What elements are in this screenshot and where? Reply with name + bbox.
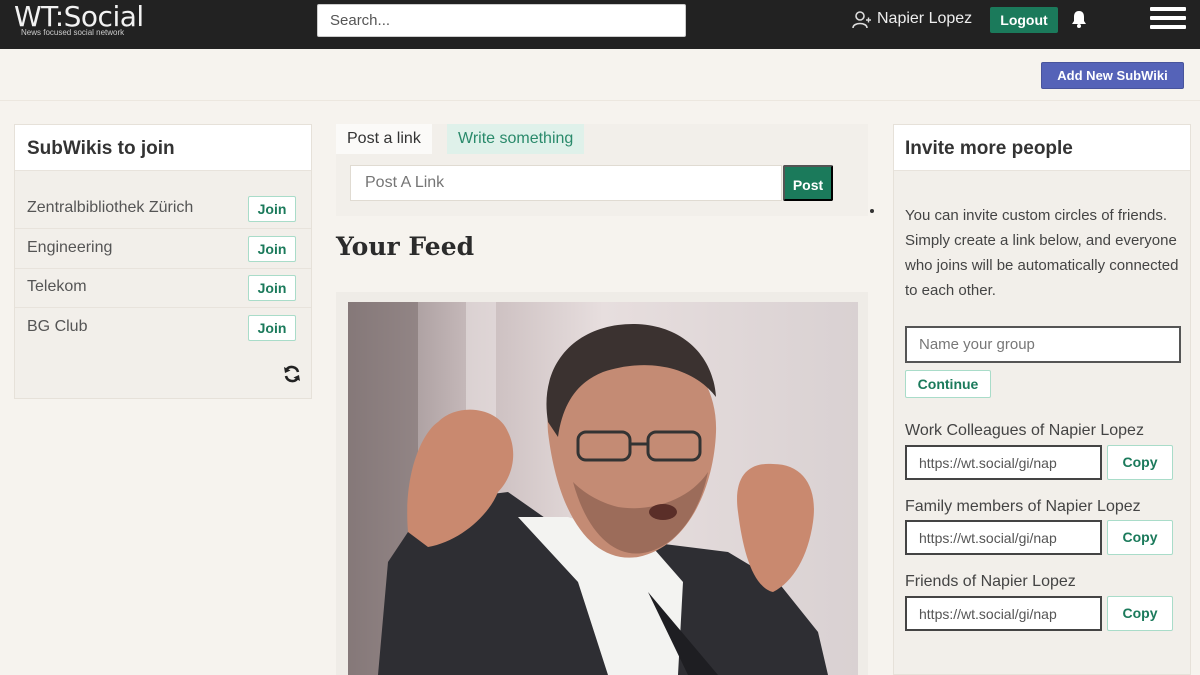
circle-url-field[interactable] bbox=[905, 445, 1102, 480]
subwiki-row: Telekom Join bbox=[15, 268, 311, 308]
subwiki-name[interactable]: BG Club bbox=[27, 318, 87, 336]
subwiki-name[interactable]: Zentralbibliothek Zürich bbox=[27, 199, 193, 217]
invite-description: You can invite custom circles of friends… bbox=[905, 207, 1179, 299]
subwikis-panel: SubWikis to join Zentralbibliothek Züric… bbox=[14, 124, 312, 399]
logo[interactable]: WT:Social News focused social network bbox=[14, 0, 144, 37]
join-button[interactable]: Join bbox=[248, 315, 296, 341]
bell-icon[interactable] bbox=[1070, 9, 1088, 29]
refresh-icon[interactable] bbox=[282, 364, 302, 384]
circle-label: Friends of Napier Lopez bbox=[905, 573, 1076, 590]
divider bbox=[0, 100, 1200, 101]
add-subwiki-button[interactable]: Add New SubWiki bbox=[1041, 62, 1184, 89]
feed-post-card bbox=[336, 292, 868, 675]
post-link-input[interactable] bbox=[350, 165, 782, 201]
feed-title: Your Feed bbox=[336, 232, 475, 261]
subwiki-row: Engineering Join bbox=[15, 229, 311, 269]
continue-button[interactable]: Continue bbox=[905, 370, 991, 398]
decorative-dot bbox=[870, 209, 874, 213]
tab-post-link[interactable]: Post a link bbox=[336, 124, 432, 154]
subwiki-row: Zentralbibliothek Zürich Join bbox=[15, 189, 311, 229]
subwikis-title: SubWikis to join bbox=[27, 138, 175, 159]
post-image[interactable] bbox=[348, 302, 858, 675]
circle-label: Family members of Napier Lopez bbox=[905, 498, 1141, 515]
join-button[interactable]: Join bbox=[248, 196, 296, 222]
invite-header: Invite more people bbox=[894, 125, 1190, 171]
circle-url-field[interactable] bbox=[905, 520, 1102, 555]
user-icon[interactable] bbox=[852, 11, 872, 29]
subwiki-row: BG Club Join bbox=[15, 308, 311, 348]
post-button[interactable]: Post bbox=[783, 165, 833, 201]
tab-write-something[interactable]: Write something bbox=[447, 124, 585, 154]
subwiki-name[interactable]: Engineering bbox=[27, 239, 112, 257]
logo-tagline: News focused social network bbox=[21, 28, 125, 37]
logout-button[interactable]: Logout bbox=[990, 7, 1058, 33]
subwiki-name[interactable]: Telekom bbox=[27, 278, 87, 296]
group-name-input[interactable] bbox=[905, 326, 1181, 363]
post-composer: Post a link Write something Post bbox=[336, 124, 868, 216]
top-navbar: WT:Social News focused social network Na… bbox=[0, 0, 1200, 49]
join-button[interactable]: Join bbox=[248, 236, 296, 262]
invite-title: Invite more people bbox=[905, 138, 1073, 159]
search-input[interactable] bbox=[317, 4, 686, 37]
circle-label: Work Colleagues of Napier Lopez bbox=[905, 422, 1144, 439]
copy-button[interactable]: Copy bbox=[1107, 520, 1173, 555]
copy-button[interactable]: Copy bbox=[1107, 596, 1173, 631]
join-button[interactable]: Join bbox=[248, 275, 296, 301]
subwikis-header: SubWikis to join bbox=[15, 125, 311, 171]
user-name[interactable]: Napier Lopez bbox=[877, 10, 972, 28]
invite-panel: Invite more people You can invite custom… bbox=[893, 124, 1191, 675]
circle-url-field[interactable] bbox=[905, 596, 1102, 631]
copy-button[interactable]: Copy bbox=[1107, 445, 1173, 480]
menu-icon[interactable] bbox=[1150, 4, 1186, 34]
